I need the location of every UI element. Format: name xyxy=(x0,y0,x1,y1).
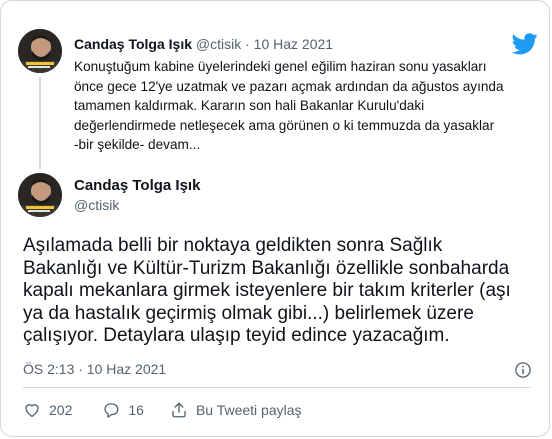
main-author-avatar[interactable] xyxy=(18,173,62,217)
main-author-name[interactable]: Candaş Tolga Işık xyxy=(74,177,200,194)
share-button[interactable]: Bu Tweeti paylaş xyxy=(170,401,302,419)
quoted-author-name[interactable]: Candaş Tolga Işık xyxy=(74,36,192,52)
quoted-text-line: önce gece 12'ye uzatmak ve pazarı açmak … xyxy=(74,78,504,94)
quoted-author-avatar[interactable] xyxy=(18,29,62,73)
tweet-timestamp[interactable]: ÖS 2:13 · 10 Haz 2021 xyxy=(23,361,166,377)
main-text-line: çalışıyor. Detaylara ulaşıp teyid edince… xyxy=(23,325,450,346)
share-label: Bu Tweeti paylaş xyxy=(195,402,302,418)
reply-count: 16 xyxy=(128,402,144,418)
main-author-handle[interactable]: @ctisik xyxy=(74,197,119,213)
quoted-tweet-text: Konuştuğum kabine üyelerindeki genel eği… xyxy=(74,57,529,155)
main-text-line: kapalı mekanlara girmek isteyenlere bir … xyxy=(23,280,511,301)
like-button[interactable]: 202 xyxy=(23,401,72,419)
quoted-separator: · xyxy=(245,36,250,52)
tweet-actions: 202 16 Bu Tweeti paylaş xyxy=(23,400,326,420)
main-text-line: ya da hastalık geçirmiş olmak gibi...) b… xyxy=(23,302,474,324)
info-icon[interactable] xyxy=(514,361,532,379)
heart-icon xyxy=(25,404,39,418)
main-text-line: Bakanlığı ve Kültür-Turizm Bakanlığı öze… xyxy=(23,257,510,279)
share-icon xyxy=(172,402,186,418)
quoted-author-handle[interactable]: @ctisik xyxy=(196,36,241,52)
reply-button[interactable]: 16 xyxy=(102,401,144,419)
quoted-text-line: değerlendirmede netleşecek ama görünen o… xyxy=(74,117,495,133)
twitter-bird-icon[interactable] xyxy=(512,33,538,55)
thread-connector xyxy=(39,77,41,169)
tweet-embed-card: Candaş Tolga Işık @ctisik · 10 Haz 2021 … xyxy=(0,0,550,437)
main-tweet-text: Aşılamada belli bir noktaya geldikten so… xyxy=(23,235,533,348)
quoted-header: Candaş Tolga Işık @ctisik · 10 Haz 2021 xyxy=(74,36,333,52)
actions-divider xyxy=(23,387,531,388)
like-count: 202 xyxy=(49,402,73,418)
quoted-text-line: Konuştuğum kabine üyelerindeki genel eği… xyxy=(74,59,487,74)
reply-bubble-icon xyxy=(104,403,119,418)
main-text-line: Aşılamada belli bir noktaya geldikten so… xyxy=(23,235,443,256)
quoted-text-line: tamamen kaldırmak. Kararın son hali Baka… xyxy=(74,98,425,113)
quoted-text-line: -bir şekilde- devam... xyxy=(74,137,201,152)
quoted-date[interactable]: 10 Haz 2021 xyxy=(254,36,333,52)
